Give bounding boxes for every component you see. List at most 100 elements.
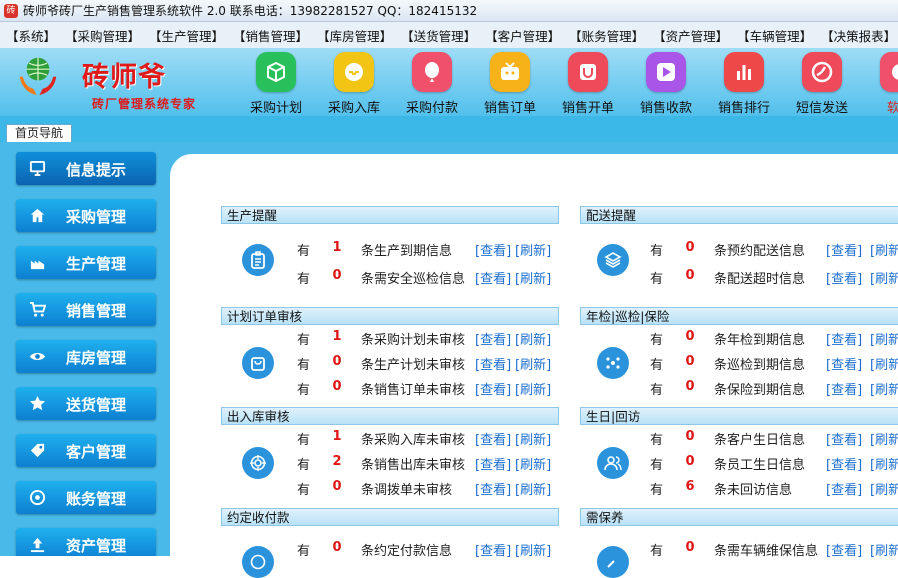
row-text: 条配送超时信息 bbox=[714, 272, 806, 287]
sidebar-item-sales[interactable]: 销售管理 bbox=[16, 293, 156, 326]
sidebar-item-label: 资产管理 bbox=[66, 537, 127, 555]
layers-icon bbox=[597, 244, 629, 276]
refresh-link[interactable]: [刷新] bbox=[870, 454, 898, 473]
sidebar-item-production[interactable]: 生产管理 bbox=[16, 246, 156, 279]
refresh-link[interactable]: [刷新] bbox=[870, 429, 898, 448]
tv-icon bbox=[490, 52, 530, 92]
count-value: 0 bbox=[332, 540, 342, 555]
refresh-link[interactable]: [刷新] bbox=[870, 268, 898, 287]
toolbar-purchase-payment-button[interactable]: 采购付款 bbox=[396, 52, 468, 116]
view-link[interactable]: [查看] bbox=[826, 429, 862, 448]
section-title: 生日|回访 bbox=[580, 407, 898, 425]
refresh-link[interactable]: [刷新] bbox=[515, 240, 551, 259]
sidebar-item-label: 客户管理 bbox=[66, 443, 127, 461]
toolbar-label: 销售排行 bbox=[717, 101, 770, 116]
sidebar-item-warehouse[interactable]: 库房管理 bbox=[16, 340, 156, 373]
row-text: 条需车辆维保信息 bbox=[714, 544, 819, 559]
toolbar-label: 销售订单 bbox=[483, 101, 536, 116]
toolbar-sms-button[interactable]: 短信发送 bbox=[786, 52, 858, 116]
refresh-link[interactable]: [刷新] bbox=[870, 329, 898, 348]
sidebar-item-purchase[interactable]: 采购管理 bbox=[16, 199, 156, 232]
refresh-link[interactable]: [刷新] bbox=[515, 479, 551, 498]
toolbar-software-button[interactable]: 软件 bbox=[864, 52, 898, 116]
refresh-link[interactable]: [刷新] bbox=[515, 429, 551, 448]
view-link[interactable]: [查看] bbox=[475, 454, 511, 473]
view-link[interactable]: [查看] bbox=[826, 329, 862, 348]
toolbar-purchase-plan-button[interactable]: 采购计划 bbox=[240, 52, 312, 116]
view-link[interactable]: [查看] bbox=[475, 240, 511, 259]
refresh-link[interactable]: [刷新] bbox=[515, 540, 551, 559]
view-link[interactable]: [查看] bbox=[826, 454, 862, 473]
view-link[interactable]: [查看] bbox=[475, 540, 511, 559]
menu-sales[interactable]: 【销售管理】 bbox=[233, 26, 308, 45]
sidebar-item-assets[interactable]: 资产管理 bbox=[16, 528, 156, 556]
tab-strip: 首页导航 bbox=[0, 116, 898, 142]
menu-vehicles[interactable]: 【车辆管理】 bbox=[737, 26, 812, 45]
menu-purchase[interactable]: 【采购管理】 bbox=[65, 26, 140, 45]
refresh-link[interactable]: [刷新] bbox=[870, 540, 898, 559]
view-link[interactable]: [查看] bbox=[826, 379, 862, 398]
upload-icon bbox=[30, 537, 45, 553]
refresh-link[interactable]: [刷新] bbox=[515, 268, 551, 287]
count-value: 0 bbox=[685, 329, 695, 344]
menu-delivery[interactable]: 【送货管理】 bbox=[401, 26, 476, 45]
toolbar-label: 采购计划 bbox=[249, 101, 302, 116]
row-text: 条采购入库未审核 bbox=[361, 433, 466, 448]
view-link[interactable]: [查看] bbox=[475, 429, 511, 448]
count-value: 2 bbox=[332, 454, 342, 469]
tag-icon bbox=[30, 443, 45, 458]
sidebar-item-label: 采购管理 bbox=[66, 208, 127, 226]
row-text: 条生产计划未审核 bbox=[361, 358, 466, 373]
view-link[interactable]: [查看] bbox=[475, 379, 511, 398]
view-link[interactable]: [查看] bbox=[826, 540, 862, 559]
refresh-link[interactable]: [刷新] bbox=[515, 354, 551, 373]
toolbar-purchase-stockin-button[interactable]: 采购入库 bbox=[318, 52, 390, 116]
refresh-link[interactable]: [刷新] bbox=[870, 354, 898, 373]
app-icon: 砖 bbox=[4, 3, 18, 18]
toolbar-sales-ranking-button[interactable]: 销售排行 bbox=[708, 52, 780, 116]
menu-production[interactable]: 【生产管理】 bbox=[149, 26, 224, 45]
tab-home[interactable]: 首页导航 bbox=[6, 124, 73, 142]
row-text: 条客户生日信息 bbox=[714, 433, 806, 448]
sidebar-item-customer[interactable]: 客户管理 bbox=[16, 434, 156, 467]
view-link[interactable]: [查看] bbox=[826, 479, 862, 498]
menu-assets[interactable]: 【资产管理】 bbox=[653, 26, 728, 45]
message-icon bbox=[802, 52, 842, 92]
section-title: 约定收付款 bbox=[221, 508, 559, 526]
logo: 砖师爷 砖厂管理系统专家 bbox=[12, 52, 222, 114]
toolbar-sales-order-button[interactable]: 销售订单 bbox=[474, 52, 546, 116]
menu-reports[interactable]: 【决策报表】 bbox=[821, 26, 896, 45]
refresh-link[interactable]: [刷新] bbox=[870, 379, 898, 398]
refresh-link[interactable]: [刷新] bbox=[515, 379, 551, 398]
refresh-link[interactable]: [刷新] bbox=[870, 240, 898, 259]
menu-warehouse[interactable]: 【库房管理】 bbox=[317, 26, 392, 45]
sidebar-item-label: 销售管理 bbox=[66, 302, 127, 320]
toolbar-sales-invoice-button[interactable]: 销售开单 bbox=[552, 52, 624, 116]
refresh-link[interactable]: [刷新] bbox=[515, 454, 551, 473]
sidebar-item-delivery[interactable]: 送货管理 bbox=[16, 387, 156, 420]
toolbar-label: 采购入库 bbox=[327, 101, 380, 116]
bag-icon bbox=[242, 347, 274, 379]
view-link[interactable]: [查看] bbox=[826, 240, 862, 259]
view-link[interactable]: [查看] bbox=[475, 329, 511, 348]
sidebar-item-label: 送货管理 bbox=[66, 396, 127, 414]
view-link[interactable]: [查看] bbox=[826, 268, 862, 287]
target-icon bbox=[242, 447, 274, 479]
coin-icon bbox=[29, 489, 46, 506]
sidebar-item-accounts[interactable]: 账务管理 bbox=[16, 481, 156, 514]
view-link[interactable]: [查看] bbox=[475, 354, 511, 373]
menu-customer[interactable]: 【客户管理】 bbox=[485, 26, 560, 45]
inbox-icon bbox=[334, 52, 374, 92]
refresh-link[interactable]: [刷新] bbox=[870, 479, 898, 498]
toolbar-sales-receipt-button[interactable]: 销售收款 bbox=[630, 52, 702, 116]
menu-system[interactable]: 【系统】 bbox=[6, 26, 56, 45]
view-link[interactable]: [查看] bbox=[475, 479, 511, 498]
logo-name: 砖师爷 bbox=[82, 62, 166, 93]
menu-accounts[interactable]: 【账务管理】 bbox=[569, 26, 644, 45]
view-link[interactable]: [查看] bbox=[826, 354, 862, 373]
refresh-link[interactable]: [刷新] bbox=[515, 329, 551, 348]
toolbar-label: 软件 bbox=[886, 101, 898, 116]
view-link[interactable]: [查看] bbox=[475, 268, 511, 287]
sidebar-item-info[interactable]: 信息提示 bbox=[16, 152, 156, 185]
count-value: 0 bbox=[685, 268, 695, 283]
